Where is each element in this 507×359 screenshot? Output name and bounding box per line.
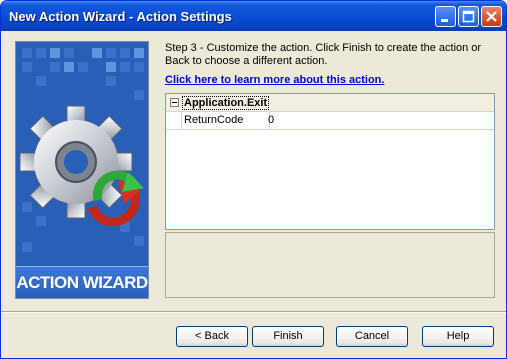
- property-name: ReturnCode: [181, 112, 270, 129]
- title-bar[interactable]: New Action Wizard - Action Settings: [1, 1, 506, 31]
- wizard-window: New Action Wizard - Action Settings ACTI…: [0, 0, 507, 359]
- help-button[interactable]: Help: [422, 326, 494, 347]
- banner-title: ACTION WIZARD: [16, 266, 148, 298]
- minimize-button[interactable]: [435, 6, 456, 27]
- property-category-label: Application.Exit: [182, 96, 270, 110]
- property-row[interactable]: ReturnCode 0: [166, 112, 494, 130]
- property-description-panel: [165, 232, 495, 298]
- button-separator: [1, 311, 506, 313]
- maximize-button[interactable]: [458, 6, 479, 27]
- property-value[interactable]: 0: [268, 112, 274, 129]
- learn-more-link[interactable]: Click here to learn more about this acti…: [165, 74, 384, 86]
- window-title: New Action Wizard - Action Settings: [9, 9, 232, 24]
- wizard-banner: ACTION WIZARD: [15, 41, 149, 299]
- minimize-icon: [441, 19, 448, 22]
- property-category-row[interactable]: Application.Exit: [166, 94, 494, 112]
- property-grid: Application.Exit ReturnCode 0: [165, 93, 495, 230]
- cancel-button[interactable]: Cancel: [336, 326, 408, 347]
- close-button[interactable]: [481, 6, 502, 27]
- step-instructions: Step 3 - Customize the action. Click Fin…: [165, 42, 482, 67]
- collapse-icon[interactable]: [170, 98, 179, 107]
- finish-button[interactable]: Finish: [252, 326, 324, 347]
- close-icon: [486, 11, 497, 22]
- gear-with-arrow-icon: [19, 48, 144, 252]
- maximize-icon: [462, 10, 475, 23]
- back-button[interactable]: < Back: [176, 326, 248, 347]
